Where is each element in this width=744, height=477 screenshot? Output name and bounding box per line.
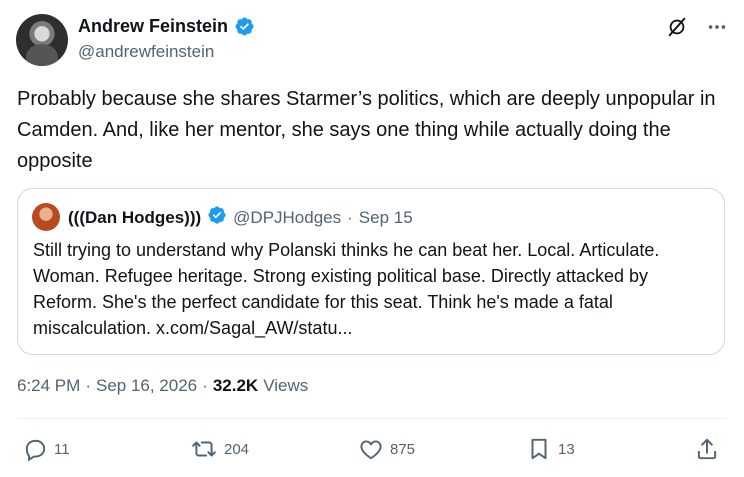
top-actions xyxy=(666,16,728,38)
like-button[interactable]: 875 xyxy=(358,436,415,462)
bookmark-count: 13 xyxy=(558,440,575,458)
tweet-text: Probably because she shares Starmer’s po… xyxy=(17,88,716,172)
author-name[interactable]: Andrew Feinstein xyxy=(78,16,228,37)
quoted-author-name: (((Dan Hodges))) xyxy=(68,207,202,227)
author-handle[interactable]: @andrewfeinstein xyxy=(78,42,214,62)
repost-icon xyxy=(190,436,218,462)
meta-separator: · xyxy=(85,376,91,395)
bookmark-button[interactable]: 13 xyxy=(526,436,575,462)
quoted-text: Still trying to understand why Polanski … xyxy=(33,240,660,338)
like-icon xyxy=(358,436,384,462)
quoted-date: Sep 15 xyxy=(358,207,413,227)
reply-button[interactable]: 11 xyxy=(22,436,70,462)
action-bar: 11 204 875 13 xyxy=(22,436,722,466)
meta-separator: · xyxy=(202,376,208,395)
repost-count: 204 xyxy=(224,440,250,458)
views-count: 32.2K xyxy=(212,376,259,395)
more-icon[interactable] xyxy=(706,16,728,38)
quoted-avatar[interactable] xyxy=(32,203,60,231)
tweet-meta: 6:24 PM · Sep 16, 2026 · 32.2K Views xyxy=(17,376,308,396)
verified-badge-icon xyxy=(207,205,227,230)
grok-icon[interactable] xyxy=(666,16,688,38)
quoted-tweet[interactable]: (((Dan Hodges))) @DPJHodges · Sep 15 Sti… xyxy=(17,188,725,355)
author-name-row: Andrew Feinstein xyxy=(78,16,255,37)
tweet-date[interactable]: Sep 16, 2026 xyxy=(96,376,197,396)
tweet-time[interactable]: 6:24 PM xyxy=(17,376,80,396)
quoted-header: (((Dan Hodges))) @DPJHodges · Sep 15 xyxy=(68,205,413,230)
verified-badge-icon[interactable] xyxy=(234,16,255,37)
share-icon xyxy=(694,436,720,462)
quoted-separator: · xyxy=(347,207,353,227)
repost-button[interactable]: 204 xyxy=(190,436,249,462)
reply-icon xyxy=(22,436,48,462)
views-label: Views xyxy=(263,376,309,395)
divider xyxy=(17,418,727,419)
author-avatar[interactable] xyxy=(16,14,68,66)
share-button[interactable] xyxy=(694,436,720,462)
like-count: 875 xyxy=(390,440,416,458)
bookmark-icon xyxy=(526,436,552,462)
reply-count: 11 xyxy=(54,440,70,458)
quoted-author-handle: @DPJHodges xyxy=(233,207,342,227)
